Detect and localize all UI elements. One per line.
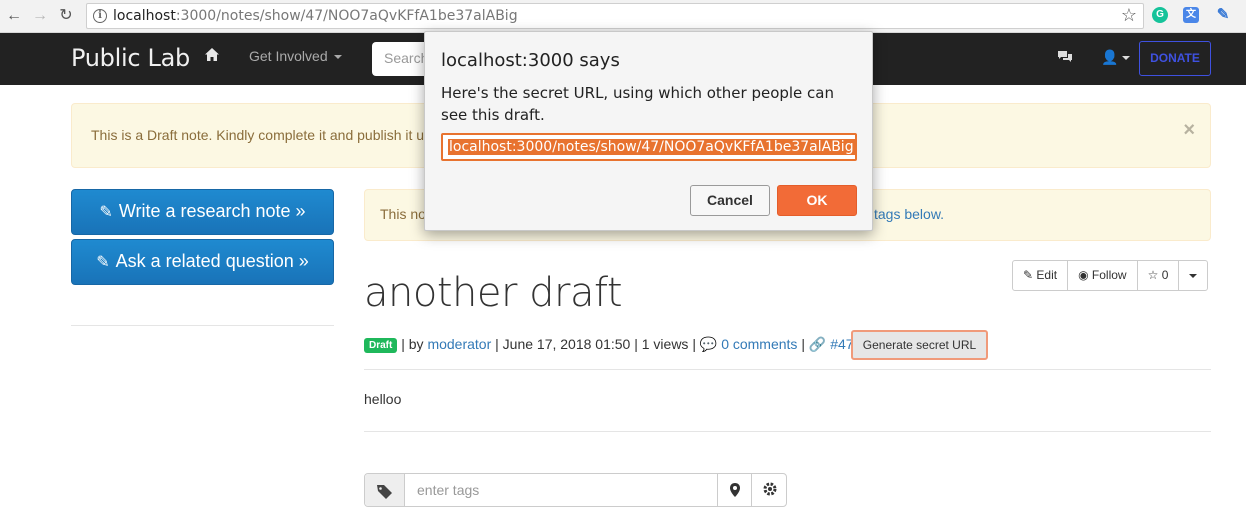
- divider: [364, 431, 1211, 432]
- pencil-icon: ✎: [96, 254, 110, 271]
- tag-input-group: enter tags: [364, 473, 787, 507]
- url-host: localhost: [113, 8, 176, 24]
- draft-alert-text: This is a Draft note. Kindly complete it…: [91, 127, 425, 143]
- secret-url-dialog: localhost:3000 says Here's the secret UR…: [424, 31, 873, 231]
- grammarly-extension-icon[interactable]: G: [1152, 7, 1168, 23]
- user-menu-icon[interactable]: 👤: [1101, 49, 1131, 66]
- star-count: 0: [1161, 268, 1169, 282]
- page-title: another draft: [364, 270, 623, 316]
- divider: [364, 369, 1211, 370]
- cancel-button[interactable]: Cancel: [690, 185, 770, 216]
- comment-icon: 💬: [699, 336, 718, 352]
- follow-label: Follow: [1091, 268, 1127, 282]
- ask-related-question-button[interactable]: ✎ Ask a related question »: [71, 239, 334, 285]
- pencil-icon: ✎: [99, 204, 113, 221]
- follow-button[interactable]: ◉ Follow: [1067, 260, 1138, 291]
- url-path: :3000/notes/show/47/NOO7aQvKFfA1be37alAB…: [175, 8, 518, 24]
- dialog-message: Here's the secret URL, using which other…: [441, 84, 835, 124]
- secret-url-field[interactable]: localhost:3000/notes/show/47/NOO7aQvKFfA…: [441, 133, 857, 161]
- star-icon: ☆: [1147, 268, 1159, 282]
- note-date: | June 17, 2018 01:50 | 1 views |: [495, 336, 696, 352]
- more-dropdown-button[interactable]: [1178, 260, 1209, 291]
- edit-button[interactable]: ✎ Edit: [1012, 260, 1069, 291]
- translate-extension-icon[interactable]: 文: [1183, 7, 1199, 23]
- author-link[interactable]: moderator: [427, 336, 491, 352]
- home-icon[interactable]: [204, 47, 220, 63]
- bookmark-star-icon[interactable]: ☆: [1121, 5, 1137, 26]
- tags-alert-text: This no: [380, 206, 426, 222]
- close-icon[interactable]: ×: [1183, 119, 1195, 142]
- gear-svg: [763, 482, 777, 496]
- comments-icon[interactable]: [1057, 50, 1073, 64]
- note-meta: Draft | by moderator | June 17, 2018 01:…: [364, 336, 854, 353]
- draft-badge: Draft: [364, 338, 398, 353]
- gear-icon[interactable]: [751, 474, 787, 506]
- chevron-down-icon: [333, 55, 342, 60]
- edit-label: Edit: [1036, 268, 1058, 282]
- generate-secret-url-button[interactable]: Generate secret URL: [851, 330, 988, 360]
- address-bar[interactable]: i localhost:3000/notes/show/47/NOO7aQvKF…: [86, 3, 1144, 29]
- location-pin-svg: [730, 483, 740, 497]
- browser-toolbar: ← → ↻ i localhost:3000/notes/show/47/NOO…: [0, 0, 1246, 33]
- meta-separator: |: [801, 336, 805, 352]
- url-text: localhost:3000/notes/show/47/NOO7aQvKFfA…: [113, 8, 518, 24]
- tag-input[interactable]: enter tags: [417, 482, 479, 498]
- get-involved-dropdown[interactable]: Get Involved: [249, 48, 342, 64]
- dialog-title: localhost:3000 says: [441, 50, 620, 71]
- by-label: | by: [401, 336, 424, 352]
- star-button[interactable]: ☆ 0: [1136, 260, 1180, 291]
- chevron-down-icon: [1189, 273, 1198, 278]
- info-icon[interactable]: i: [93, 9, 107, 23]
- ok-button[interactable]: OK: [777, 185, 857, 216]
- pen-extension-icon[interactable]: ✎: [1215, 7, 1231, 23]
- ask-related-question-label: Ask a related question »: [115, 251, 309, 271]
- back-arrow-icon[interactable]: ←: [4, 6, 24, 26]
- sidebar-divider: [71, 325, 334, 326]
- location-pin-icon[interactable]: [717, 474, 751, 506]
- search-placeholder: Search: [384, 50, 429, 66]
- reload-icon[interactable]: ↻: [56, 6, 76, 26]
- eye-icon: ◉: [1078, 268, 1089, 282]
- chevron-down-icon: [1122, 56, 1131, 61]
- link-icon: 🔗: [808, 336, 827, 352]
- note-toolbar: ✎ Edit ◉ Follow ☆ 0: [1012, 260, 1209, 291]
- write-research-note-label: Write a research note »: [118, 201, 306, 221]
- note-body: helloo: [364, 391, 402, 407]
- comments-link[interactable]: 0 comments: [721, 336, 797, 352]
- get-involved-label: Get Involved: [249, 48, 328, 64]
- forward-arrow-icon[interactable]: →: [30, 6, 50, 26]
- tags-icon: [365, 474, 405, 506]
- pencil-icon: ✎: [1023, 268, 1034, 282]
- write-research-note-button[interactable]: ✎ Write a research note »: [71, 189, 334, 235]
- donate-button[interactable]: DONATE: [1139, 41, 1211, 76]
- secret-url-value: localhost:3000/notes/show/47/NOO7aQvKFfA…: [448, 139, 855, 155]
- tags-icon-svg: [377, 485, 392, 499]
- tags-alert-link[interactable]: tags below.: [874, 206, 944, 222]
- brand-logo[interactable]: Public Lab: [71, 44, 190, 72]
